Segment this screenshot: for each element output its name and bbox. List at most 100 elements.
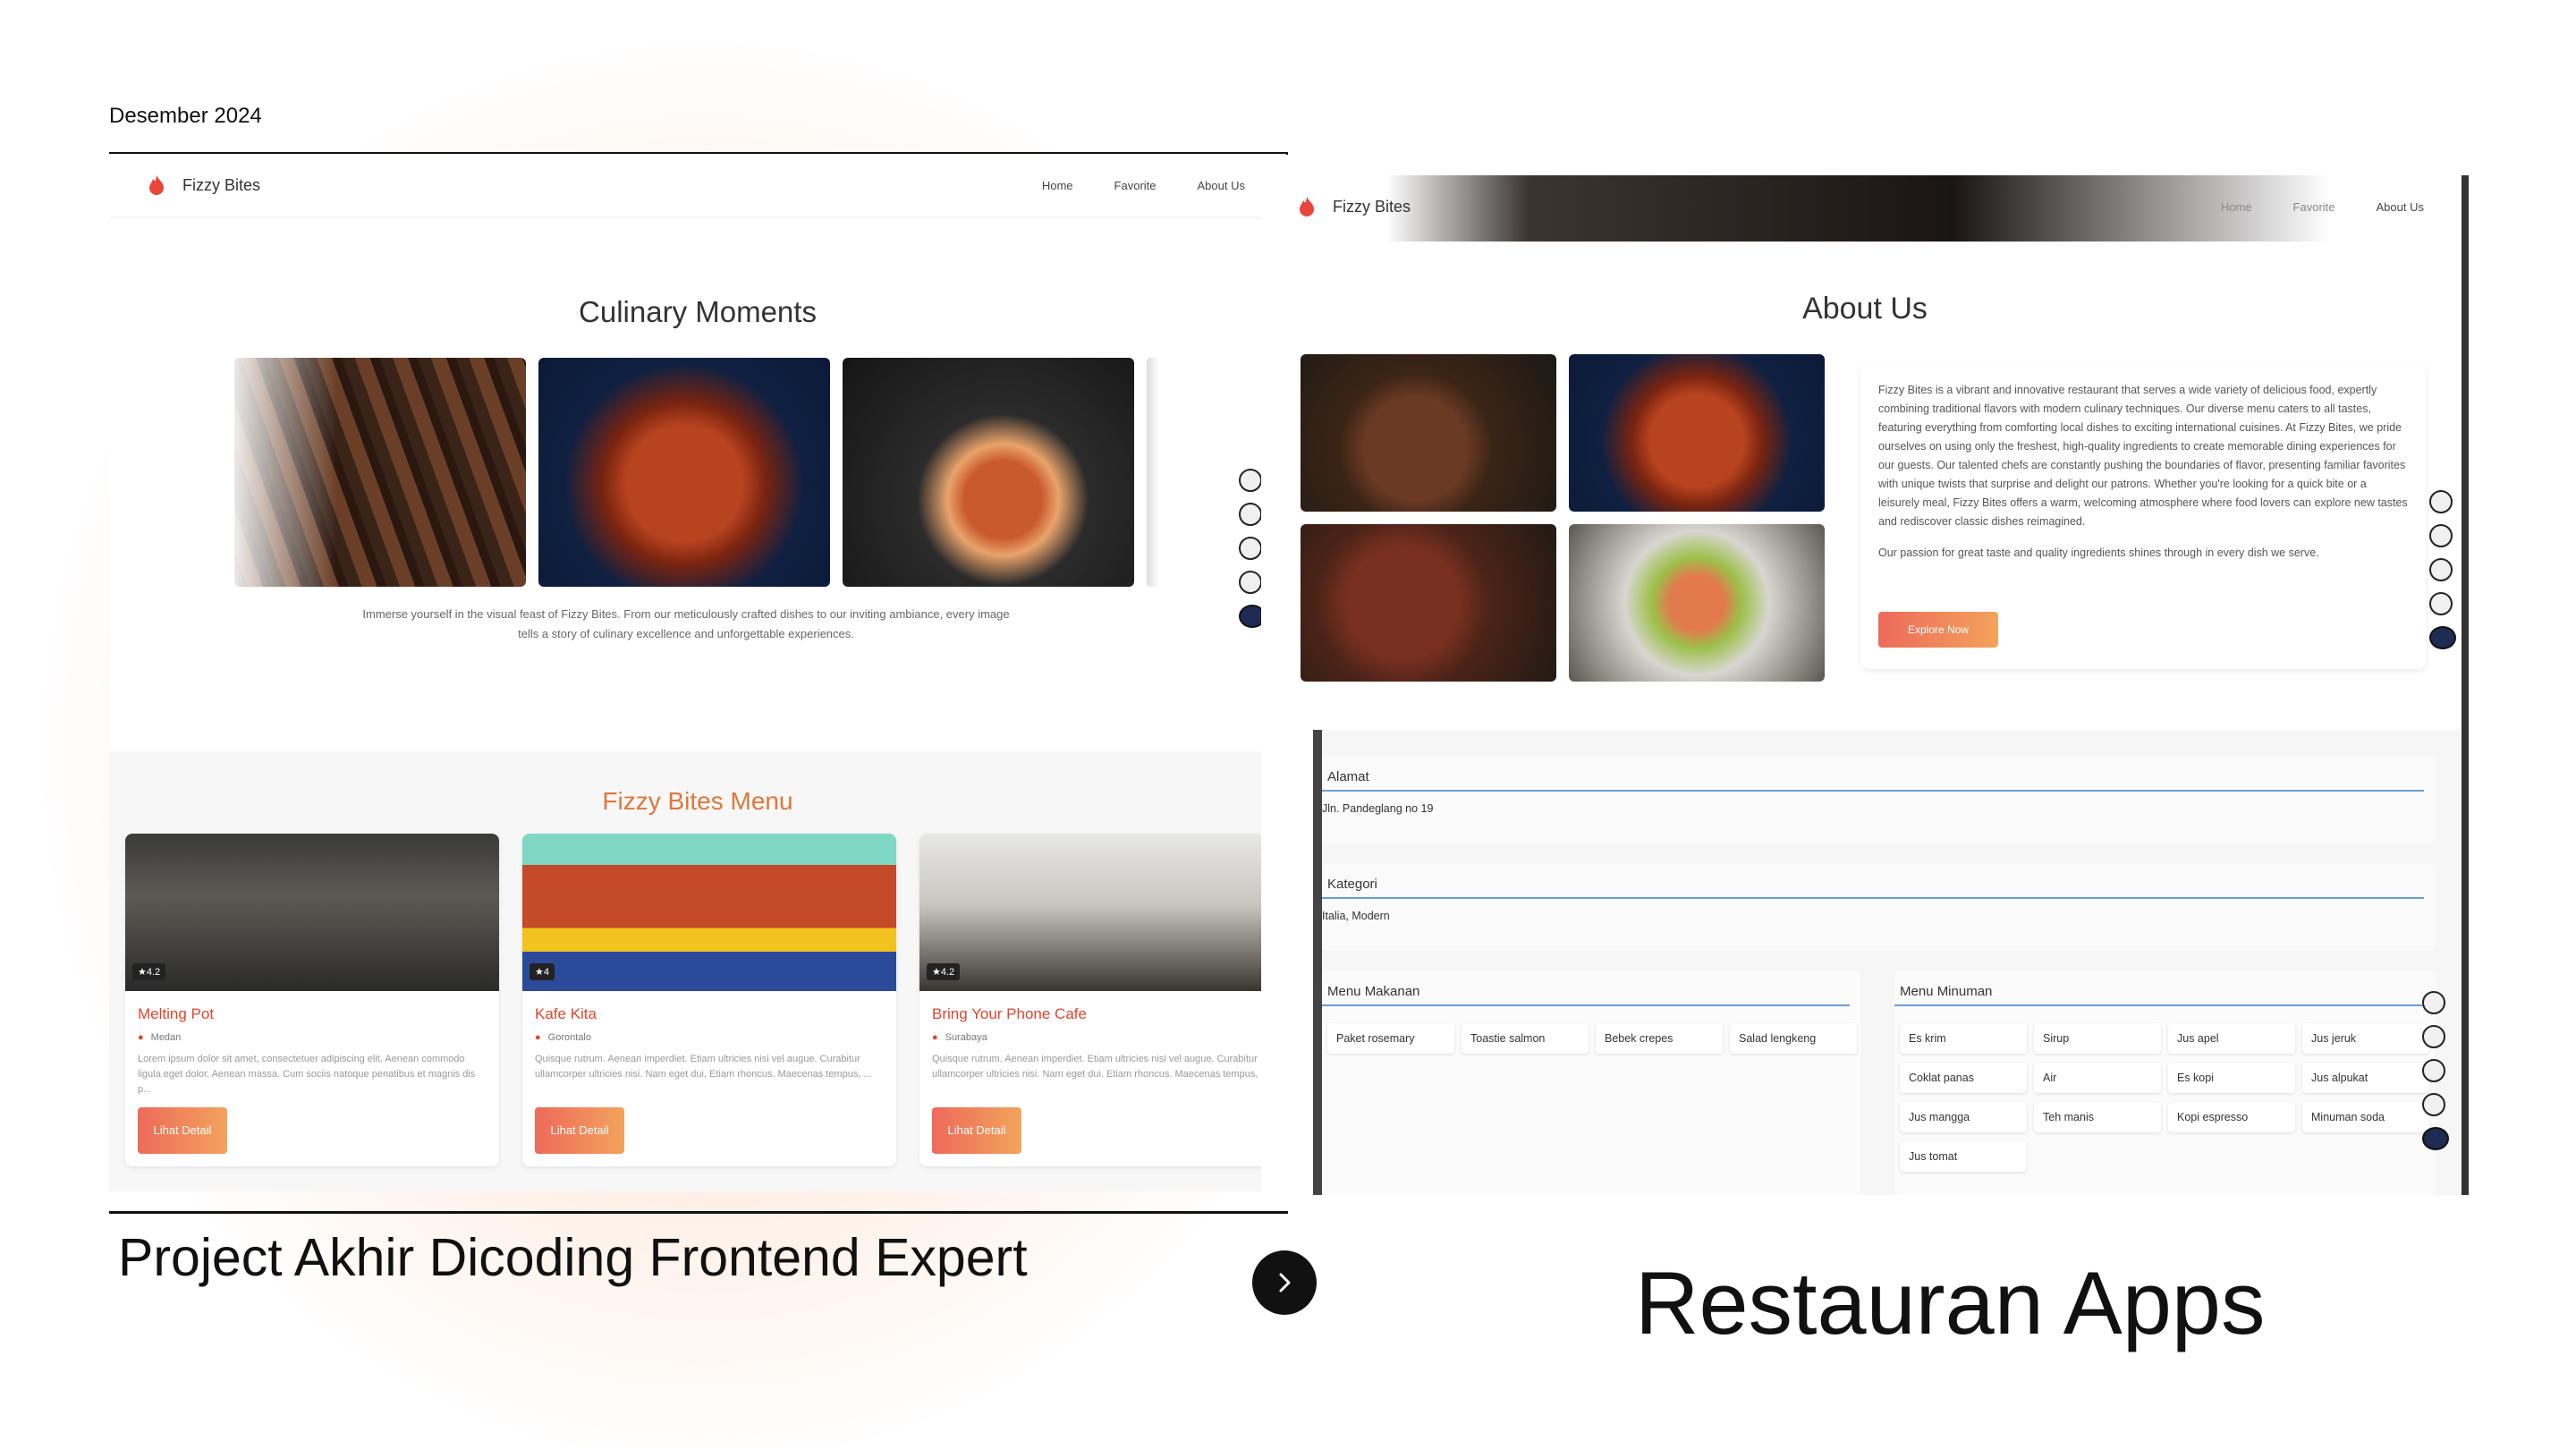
accessibility-toolbar	[2429, 490, 2456, 649]
nav-favorite[interactable]: Favorite	[1114, 179, 1157, 192]
rating-badge: ★4.2	[927, 963, 961, 980]
brand-name[interactable]: Fizzy Bites	[182, 176, 260, 195]
nav-about-us[interactable]: About Us	[2377, 200, 2424, 214]
globe-icon[interactable]	[2429, 558, 2453, 581]
about-image	[1301, 524, 1556, 682]
restaurant-description: Quisque rutrum. Aenean imperdiet. Etiam …	[932, 1054, 1269, 1080]
explore-button[interactable]: Explore Now	[1878, 612, 1998, 648]
drink-item: Jus alpukat	[2302, 1063, 2429, 1093]
project-title: Project Akhir Dicoding Frontend Expert	[118, 1228, 1028, 1287]
restaurant-detail: Alamat Jln. Pandeglang no 19 Kategori It…	[1313, 730, 2469, 1195]
drink-item: Coklat panas	[1900, 1063, 2027, 1093]
restaurant-card[interactable]: ★4 Kafe Kita ● Gorontalo Quisque rutrum. …	[522, 834, 896, 1166]
translate-icon[interactable]	[1239, 503, 1262, 526]
drink-item: Air	[2034, 1063, 2161, 1093]
address-block: Alamat Jln. Pandeglang no 19	[1322, 757, 2435, 843]
restaurant-name[interactable]: Kafe Kita	[535, 1005, 597, 1023]
about-title: About Us	[1802, 292, 1928, 326]
restaurant-image: ★4	[522, 834, 896, 991]
detail-button[interactable]: Lihat Detail	[932, 1107, 1021, 1154]
nav-about-us[interactable]: About Us	[1198, 179, 1245, 192]
nav-home[interactable]: Home	[1042, 179, 1073, 192]
drink-item: Jus jeruk	[2302, 1023, 2429, 1054]
grid-icon[interactable]	[2422, 1093, 2445, 1116]
next-button[interactable]	[1252, 1250, 1317, 1315]
address-value: Jln. Pandeglang no 19	[1322, 802, 1434, 815]
detail-button[interactable]: Lihat Detail	[138, 1107, 227, 1154]
pin-icon: ●	[535, 1032, 541, 1043]
left-screenshot: Fizzy Bites Home Favorite About Us Culin…	[109, 154, 1286, 1191]
drink-menu-block: Menu Minuman Es krim Sirup Jus apel Jus …	[1894, 971, 2435, 1195]
bottom-divider	[109, 1211, 1288, 1214]
star-icon: ★	[138, 967, 147, 978]
address-label: Alamat	[1322, 757, 2424, 792]
drink-item: Es krim	[1900, 1023, 2027, 1054]
grid-icon[interactable]	[1239, 571, 1262, 594]
book-icon[interactable]	[1239, 469, 1262, 492]
book-icon[interactable]	[2422, 991, 2445, 1014]
about-image	[1569, 354, 1825, 512]
about-image	[1569, 524, 1825, 682]
assistant-icon[interactable]	[2422, 1127, 2449, 1150]
gallery-title: Culinary Moments	[579, 295, 817, 328]
about-image	[1301, 354, 1556, 512]
restaurant-name[interactable]: Melting Pot	[138, 1005, 214, 1023]
gallery	[234, 358, 1159, 587]
drink-item: Sirup	[2034, 1023, 2161, 1054]
brand-name[interactable]: Fizzy Bites	[1333, 198, 1411, 216]
scrollbar[interactable]	[2462, 175, 2469, 1195]
grid-icon[interactable]	[2429, 592, 2453, 615]
gallery-image[interactable]	[234, 358, 526, 587]
category-value: Italia, Modern	[1322, 910, 1390, 922]
restaurant-card[interactable]: ★4.2 Melting Pot ● Medan Lorem ipsum dolo…	[125, 834, 499, 1166]
nav-home[interactable]: Home	[2221, 200, 2252, 214]
restaurant-image: ★4.2	[125, 834, 499, 991]
restaurant-name[interactable]: Bring Your Phone Cafe	[932, 1005, 1087, 1023]
drink-item: Jus mangga	[1900, 1102, 2027, 1132]
drink-item: Kopi espresso	[2168, 1102, 2295, 1132]
book-icon[interactable]	[2429, 490, 2453, 513]
globe-icon[interactable]	[2422, 1059, 2445, 1082]
assistant-icon[interactable]	[2429, 626, 2456, 649]
flame-icon	[1297, 195, 1317, 218]
drink-item: Es kopi	[2168, 1063, 2295, 1093]
food-item: Toastie salmon	[1462, 1023, 1589, 1054]
restaurant-description: Lorem ipsum dolor sit amet, consectetuer…	[138, 1054, 476, 1095]
food-item: Paket rosemary	[1327, 1023, 1454, 1054]
gallery-image[interactable]	[538, 358, 830, 587]
restaurant-city: ● Medan	[138, 1032, 182, 1043]
chevron-right-icon	[1279, 1273, 1291, 1292]
drink-item: Teh manis	[2034, 1102, 2161, 1132]
gallery-image[interactable]	[843, 358, 1134, 587]
gallery-image[interactable]	[1147, 358, 1159, 587]
restaurant-description: Quisque rutrum. Aenean imperdiet. Etiam …	[535, 1054, 872, 1080]
gallery-caption: Immerse yourself in the visual feast of …	[362, 607, 1010, 640]
pin-icon: ●	[138, 1032, 144, 1043]
restaurant-card[interactable]: ★4.2 Bring Your Phone Cafe ● Surabaya Qui…	[919, 834, 1286, 1166]
restaurant-city: ● Surabaya	[932, 1032, 987, 1043]
food-item: Salad lengkeng	[1730, 1023, 1857, 1054]
about-gallery	[1301, 354, 1825, 682]
nav-favorite[interactable]: Favorite	[2293, 200, 2335, 214]
food-item: Bebek crepes	[1596, 1023, 1723, 1054]
app-title: Restauran Apps	[1635, 1253, 2266, 1352]
menu-title: Fizzy Bites Menu	[602, 787, 793, 815]
translate-icon[interactable]	[2429, 524, 2453, 547]
globe-icon[interactable]	[1239, 537, 1262, 560]
right-navbar: Fizzy Bites Home Favorite About Us	[1261, 175, 2469, 238]
category-block: Kategori Italia, Modern	[1322, 864, 2435, 950]
category-label: Kategori	[1322, 864, 2424, 899]
star-icon: ★	[535, 967, 544, 978]
pin-icon: ●	[932, 1032, 938, 1043]
translate-icon[interactable]	[2422, 1025, 2445, 1048]
about-text: Fizzy Bites is a vibrant and innovative …	[1878, 384, 2408, 528]
restaurant-image: ★4.2	[919, 834, 1286, 991]
star-icon: ★	[932, 967, 941, 978]
left-navbar: Fizzy Bites Home Favorite About Us	[109, 154, 1286, 216]
drink-menu-label: Menu Minuman	[1894, 971, 2422, 1006]
drink-item: Jus tomat	[1900, 1141, 2027, 1172]
detail-button[interactable]: Lihat Detail	[535, 1107, 624, 1154]
flame-icon	[147, 174, 166, 197]
restaurant-city: ● Gorontalo	[535, 1032, 591, 1043]
right-screenshot: Fizzy Bites Home Favorite About Us About…	[1261, 175, 2469, 1195]
